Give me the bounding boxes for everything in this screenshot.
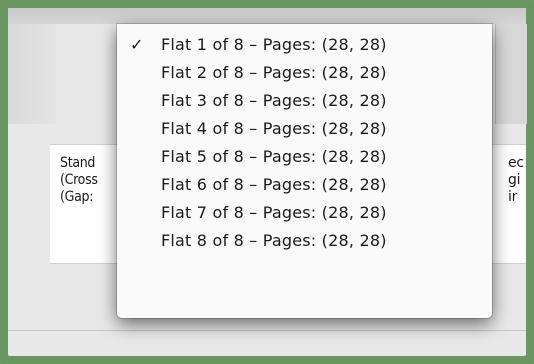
divider [8, 330, 526, 331]
description-right-text: ec gi ir [508, 155, 524, 206]
toolbar-strip [8, 8, 526, 24]
menu-item-label: Flat 8 of 8 – Pages: (28, 28) [161, 231, 387, 250]
menu-item-label: Flat 2 of 8 – Pages: (28, 28) [161, 63, 387, 82]
menu-item-flat-7[interactable]: Flat 7 of 8 – Pages: (28, 28) [117, 200, 492, 228]
menu-item-label: Flat 7 of 8 – Pages: (28, 28) [161, 203, 387, 222]
flat-select-popup-menu[interactable]: ✓ Flat 1 of 8 – Pages: (28, 28) Flat 2 o… [117, 24, 492, 318]
menu-item-flat-1[interactable]: ✓ Flat 1 of 8 – Pages: (28, 28) [117, 32, 492, 60]
checkmark-icon: ✓ [130, 35, 144, 54]
menu-item-flat-8[interactable]: Flat 8 of 8 – Pages: (28, 28) [117, 228, 492, 256]
description-line: gi [508, 172, 521, 188]
right-panel [495, 24, 527, 124]
screenshot-frame: Stand (Cross (Gap: ec gi ir ✓ Flat 1 of … [0, 0, 534, 364]
left-panel [8, 24, 56, 124]
menu-item-flat-4[interactable]: Flat 4 of 8 – Pages: (28, 28) [117, 116, 492, 144]
menu-item-flat-3[interactable]: Flat 3 of 8 – Pages: (28, 28) [117, 88, 492, 116]
description-left-text: Stand (Cross (Gap: [60, 155, 98, 206]
menu-item-label: Flat 1 of 8 – Pages: (28, 28) [161, 35, 387, 54]
menu-item-flat-5[interactable]: Flat 5 of 8 – Pages: (28, 28) [117, 144, 492, 172]
description-line: ir [508, 189, 518, 205]
menu-item-label: Flat 4 of 8 – Pages: (28, 28) [161, 119, 387, 138]
description-line: (Gap: [60, 189, 94, 205]
menu-item-label: Flat 6 of 8 – Pages: (28, 28) [161, 175, 387, 194]
menu-item-flat-2[interactable]: Flat 2 of 8 – Pages: (28, 28) [117, 60, 492, 88]
description-line: (Cross [60, 172, 98, 188]
menu-item-label: Flat 3 of 8 – Pages: (28, 28) [161, 91, 387, 110]
description-line: Stand [60, 155, 96, 171]
menu-item-flat-6[interactable]: Flat 6 of 8 – Pages: (28, 28) [117, 172, 492, 200]
menu-item-label: Flat 5 of 8 – Pages: (28, 28) [161, 147, 387, 166]
description-line: ec [508, 155, 524, 171]
